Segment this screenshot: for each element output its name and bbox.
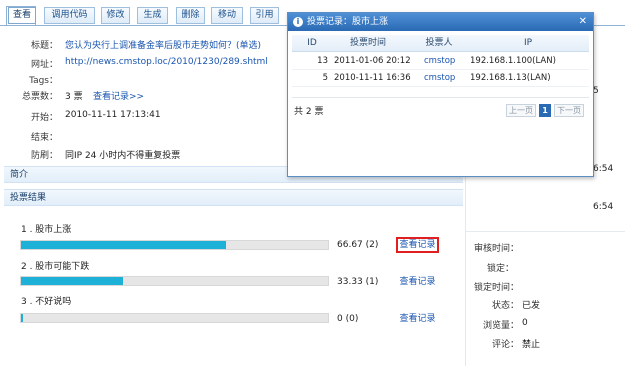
status-value: 已发 (522, 301, 541, 311)
option-stat-1: 66.67 (2) (337, 240, 379, 250)
records-table-header: ID 投票时间 投票人 IP (292, 35, 589, 52)
comments-label: 评论： (491, 340, 519, 350)
option-records-link-3[interactable]: 查看记录 (396, 312, 439, 328)
view-tab[interactable]: 查看 (8, 7, 36, 24)
title-value: 您认为央行上调准备金率后股市走势如何？(单选) (65, 38, 261, 51)
results-section-header[interactable]: 投票结果 (4, 189, 463, 206)
table-row: 5 2010-11-11 16:36 cmstop 192.168.1.13(L… (292, 70, 589, 87)
vote-records-dialog: i 投票记录：股市上涨 ✕ ID 投票时间 投票人 IP 13 2011-01-… (287, 12, 594, 177)
title-label: 标题： (30, 41, 58, 51)
prev-page-button[interactable]: 上一页 (506, 104, 536, 117)
option-records-link-2[interactable]: 查看记录 (396, 275, 439, 291)
dialog-divider (292, 97, 589, 98)
title-text: 您认为央行上调准备金率后股市走势如何？(单选) (65, 41, 262, 51)
lock-label: 锁定： (486, 264, 514, 274)
right-time-2: 6:54 (593, 202, 614, 212)
end-label: 结束： (30, 133, 58, 143)
option-stat-2: 33.33 (1) (337, 277, 379, 287)
cell-time: 2011-01-06 20:12 (334, 56, 411, 66)
vote-detail-page: 查看 调用代码 修改 生成 删除 移动 引用 标题： 您认为央行上调准备金率后股… (0, 0, 625, 366)
current-page-button[interactable]: 1 (539, 104, 551, 117)
generate-button[interactable]: 生成 (137, 7, 168, 24)
option-label-3: 3 . 不好说吗 (21, 297, 72, 307)
tags-label: Tags： (29, 76, 58, 86)
call-code-button[interactable]: 调用代码 (44, 7, 95, 24)
total-votes-value: 3 票 (65, 92, 83, 102)
option-bar-1 (20, 240, 329, 250)
option-label-2: 2 . 股市可能下跌 (21, 262, 90, 272)
total-votes-count: 共 2 票 (294, 107, 324, 117)
cell-ip: 192.168.1.13(LAN) (470, 73, 551, 83)
reference-button[interactable]: 引用 (250, 7, 279, 24)
option-records-link-1[interactable]: 查看记录 (396, 237, 439, 253)
dialog-title: 投票记录：股市上涨 (307, 17, 389, 27)
pageviews-label: 浏览量： (482, 321, 519, 331)
next-page-button[interactable]: 下一页 (554, 104, 584, 117)
status-label: 状态： (491, 301, 519, 311)
start-label: 开始： (30, 113, 58, 123)
table-row: 13 2011-01-06 20:12 cmstop 192.168.1.100… (292, 53, 589, 70)
option-bar-fill-3 (21, 314, 23, 322)
total-votes-label: 总票数： (21, 92, 58, 102)
view-records-link[interactable]: 查看记录>> (93, 89, 144, 102)
cell-time: 2010-11-11 16:36 (334, 73, 411, 83)
delete-button[interactable]: 删除 (176, 7, 205, 24)
cell-voter[interactable]: cmstop (424, 70, 455, 87)
url-link[interactable]: http://news.cmstop.loc/2010/1230/289.sht… (65, 57, 268, 67)
cell-id: 13 (317, 56, 328, 66)
audit-time-label: 审核时间： (473, 244, 519, 254)
edit-button[interactable]: 修改 (101, 7, 130, 24)
option-bar-3 (20, 313, 329, 323)
cell-ip: 192.168.1.100(LAN) (470, 56, 556, 66)
anti-spam-value: 同IP 24 小时内不得重复投票 (65, 151, 181, 161)
right-time-1: 6:54 (593, 164, 614, 174)
info-icon: i (293, 17, 303, 27)
pageviews-value: 0 (522, 318, 528, 328)
option-stat-3: 0 (0) (337, 314, 359, 324)
option-bar-fill-2 (21, 277, 124, 285)
column-header-time: 投票时间 (349, 38, 386, 48)
anti-spam-label: 防刷： (30, 151, 58, 161)
close-icon[interactable]: ✕ (579, 13, 587, 31)
cell-id: 5 (322, 73, 328, 83)
dialog-title-bar[interactable]: i 投票记录：股市上涨 ✕ (288, 13, 593, 31)
column-header-voter: 投票人 (425, 38, 453, 48)
right-divider (466, 231, 625, 232)
comments-value: 禁止 (522, 340, 541, 350)
column-header-id: ID (307, 38, 317, 48)
lock-time-label: 锁定时间： (473, 283, 519, 293)
url-label: 网址： (30, 60, 58, 70)
option-label-1: 1 . 股市上涨 (21, 225, 72, 235)
column-header-ip: IP (523, 38, 533, 48)
cell-voter[interactable]: cmstop (424, 53, 455, 70)
move-button[interactable]: 移动 (211, 7, 243, 24)
option-bar-2 (20, 276, 329, 286)
option-bar-fill-1 (21, 241, 226, 249)
start-value: 2010-11-11 17:13:41 (65, 110, 161, 120)
